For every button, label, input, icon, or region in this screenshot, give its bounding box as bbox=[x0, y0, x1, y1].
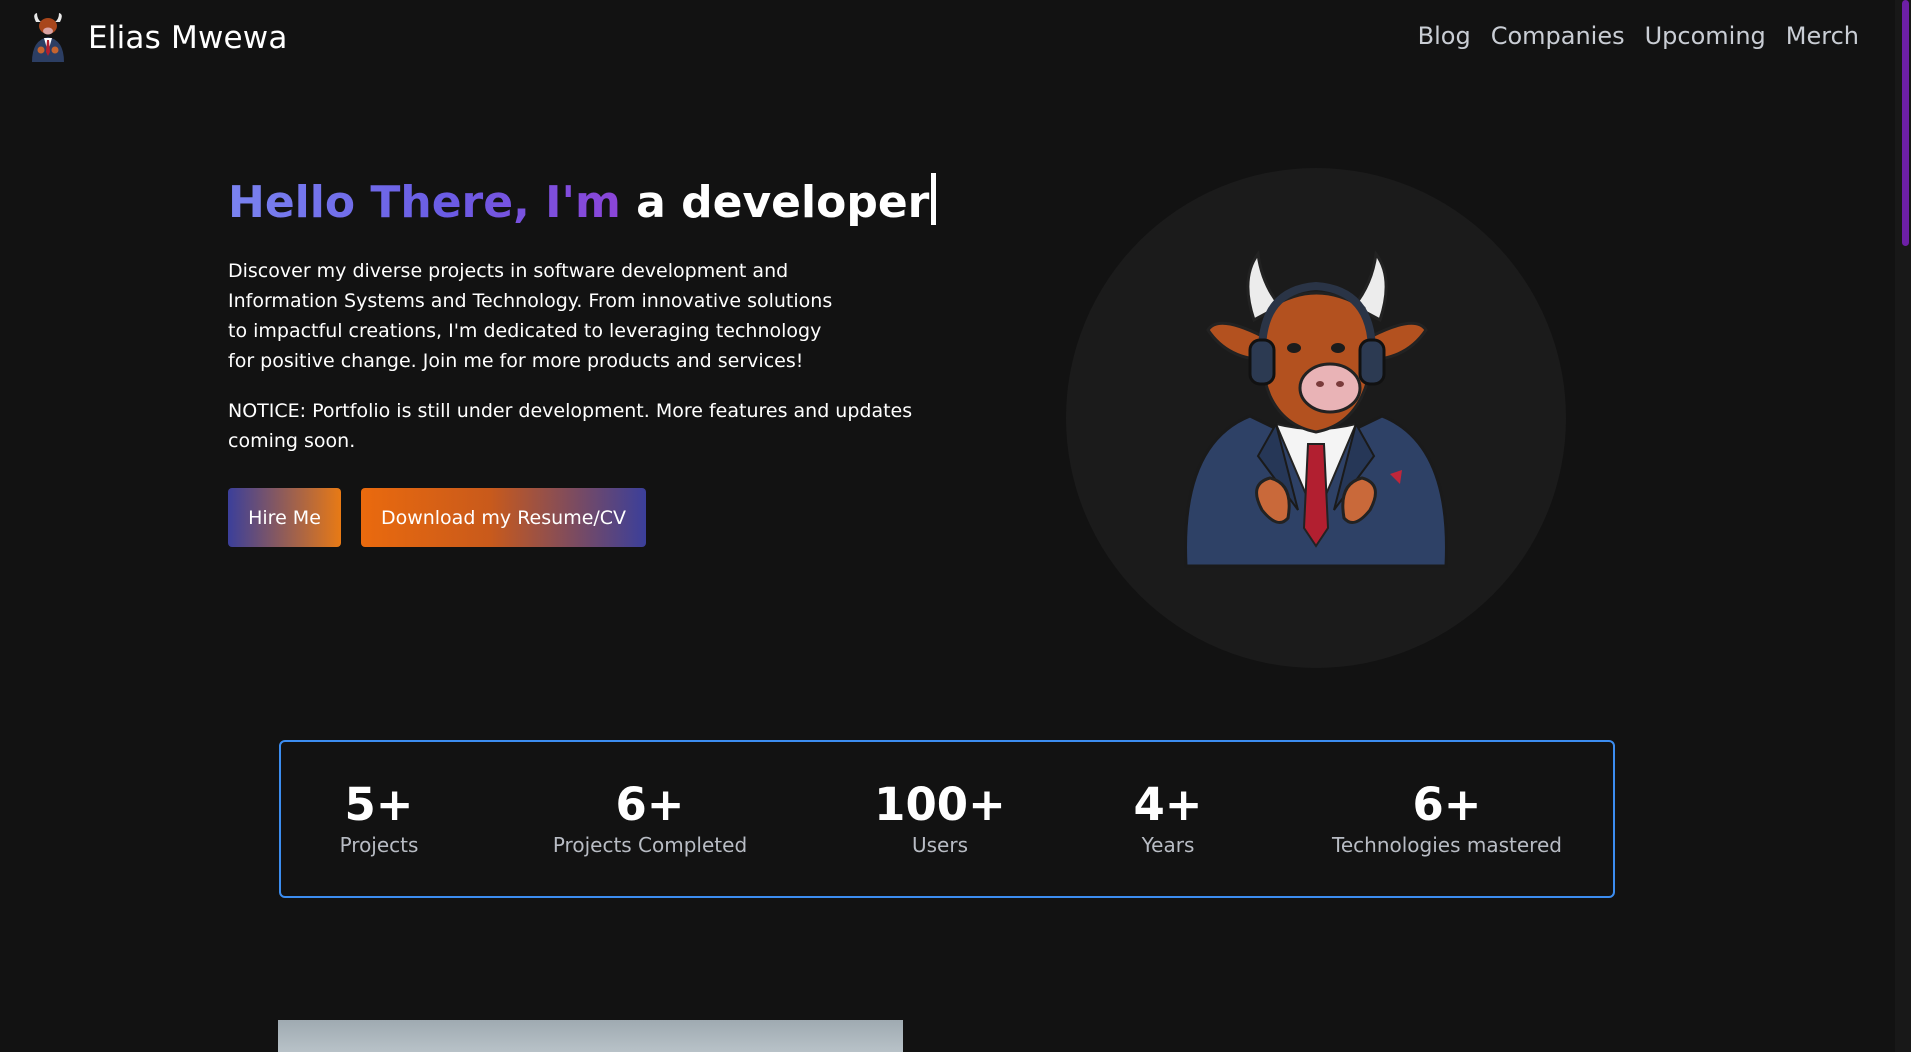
hero-typed-text: a developer bbox=[636, 177, 930, 228]
stat-technologies: 6+ Technologies mastered bbox=[1332, 780, 1562, 858]
stat-value: 5+ bbox=[344, 778, 414, 831]
typing-cursor bbox=[931, 173, 937, 225]
nav-link-blog[interactable]: Blog bbox=[1418, 22, 1471, 50]
stat-years: 4+ Years bbox=[1133, 780, 1202, 858]
navbar: Elias Mwewa Blog Companies Upcoming Merc… bbox=[0, 0, 1890, 80]
brand-name: Elias Mwewa bbox=[88, 20, 288, 56]
hero-buttons: Hire Me Download my Resume/CV bbox=[228, 488, 646, 547]
hero-greeting: Hello There, I'm bbox=[228, 177, 621, 228]
nav-links: Blog Companies Upcoming Merch bbox=[1398, 22, 1859, 50]
download-resume-button[interactable]: Download my Resume/CV bbox=[361, 488, 646, 547]
stats-panel: 5+ Projects 6+ Projects Completed 100+ U… bbox=[279, 740, 1615, 898]
stat-label: Users bbox=[911, 833, 969, 857]
hero-description: Discover my diverse projects in software… bbox=[228, 260, 833, 372]
hero-section: Hello There, I'm a developer Discover my… bbox=[228, 168, 948, 456]
stat-value: 100+ bbox=[874, 778, 1006, 831]
hero-notice: NOTICE: Portfolio is still under develop… bbox=[228, 400, 913, 452]
project-preview-image[interactable] bbox=[278, 1020, 903, 1052]
nav-link-companies[interactable]: Companies bbox=[1491, 22, 1625, 50]
scrollbar-thumb[interactable] bbox=[1902, 0, 1909, 246]
stat-projects: 5+ Projects bbox=[340, 780, 419, 858]
stat-projects-completed: 6+ Projects Completed bbox=[553, 780, 747, 858]
stat-users: 100+ Users bbox=[874, 780, 1006, 858]
portfolio-page: Elias Mwewa Blog Companies Upcoming Merc… bbox=[0, 0, 1911, 1052]
bull-mascot-icon bbox=[32, 13, 64, 62]
page-scrollbar[interactable] bbox=[1895, 0, 1911, 1052]
hero-heading: Hello There, I'm a developer bbox=[228, 168, 948, 238]
bull-mascot-illustration bbox=[1184, 250, 1448, 568]
stat-value: 6+ bbox=[615, 778, 685, 831]
brand-link[interactable]: Elias Mwewa bbox=[22, 12, 288, 64]
nav-link-upcoming[interactable]: Upcoming bbox=[1645, 22, 1766, 50]
stat-label: Years bbox=[1141, 833, 1195, 857]
stat-label: Projects Completed bbox=[552, 833, 748, 857]
nav-link-merch[interactable]: Merch bbox=[1786, 22, 1859, 50]
hire-me-button[interactable]: Hire Me bbox=[228, 488, 341, 547]
stat-label: Technologies mastered bbox=[1332, 833, 1562, 857]
stat-label: Projects bbox=[339, 833, 419, 857]
stat-value: 4+ bbox=[1133, 778, 1203, 831]
stat-value: 6+ bbox=[1412, 778, 1482, 831]
